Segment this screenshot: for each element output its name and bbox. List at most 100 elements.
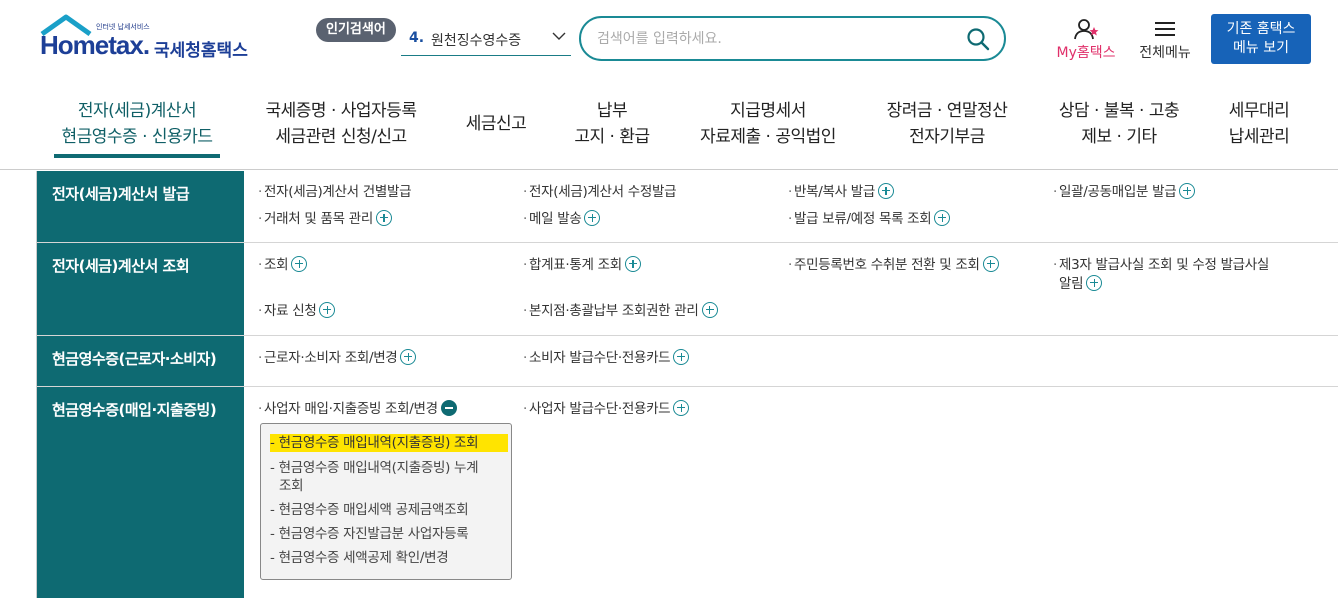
menu-link-label: 전자(세금)계산서 수정발급: [529, 184, 677, 200]
submenu-item[interactable]: - 현금영수증 자진발급분 사업자등록: [270, 525, 508, 543]
gnb-item-incentive[interactable]: 장려금 · 연말정산 전자기부금: [872, 98, 1022, 150]
menu-link-label: 주민등록번호 수취분 전환 및 조회: [794, 257, 980, 273]
expand-plus-icon[interactable]: [584, 210, 601, 226]
menu-section: 전자(세금)계산서 조회 · 조회 · 합계표·통계 조회 · 주민등록번호 수취분 …: [37, 243, 1338, 336]
menu-link[interactable]: · 사업자 발급수단·전용카드: [523, 400, 690, 419]
menu-link[interactable]: · 조회: [258, 256, 308, 275]
submenu-item[interactable]: - 현금영수증 세액공제 확인/변경: [270, 549, 508, 567]
menu-link[interactable]: · 발급 보류/예정 목록 조회: [788, 210, 951, 229]
expand-plus-icon[interactable]: [1086, 275, 1103, 291]
old-hometax-line2: 메뉴 보기: [1233, 40, 1289, 56]
submenu-item-label: 현금영수증 매입내역(지출증빙) 누계: [278, 460, 479, 476]
menu-link-label: 일괄/공동매입분 발급: [1059, 184, 1177, 200]
menu-link[interactable]: · 제3자 발급사실 조회 및 수정 발급사실 알림: [1053, 256, 1303, 294]
menu-link-label: 제3자 발급사실 조회 및 수정 발급사실: [1059, 257, 1270, 273]
gnb-item-line1: 세무대리: [1228, 101, 1290, 121]
menu-link[interactable]: · 본지점·총괄납부 조회권한 관리: [523, 302, 718, 321]
menu-link[interactable]: · 근로자·소비자 조회/변경: [258, 349, 417, 368]
gnb-item-line1: 지급명세서: [730, 101, 806, 121]
all-menu-button[interactable]: 전체메뉴: [1134, 18, 1196, 62]
submenu-item-label-cont: 조회: [279, 478, 304, 494]
gnb-item-line2: 제보 · 기타: [1081, 127, 1157, 147]
expand-plus-icon[interactable]: [1179, 183, 1196, 199]
gnb-item-certificate[interactable]: 국세증명 · 사업자등록 세금관련 신청/신고: [258, 98, 424, 150]
my-hometax-label: My홈택스: [1056, 45, 1116, 61]
global-navigation: 전자(세금)계산서 현금영수증 · 신용카드 국세증명 · 사업자등록 세금관련…: [0, 84, 1338, 170]
expand-plus-icon[interactable]: [877, 183, 894, 199]
expand-plus-icon[interactable]: [375, 210, 392, 226]
header: 인터넷 납세서비스 Hometax. 국세청홈택스 인기검색어 4. 원천징수영…: [0, 0, 1338, 84]
gnb-item-line2: 납세관리: [1228, 127, 1290, 147]
gnb-item-consult[interactable]: 상담 · 불복 · 고충 제보 · 기타: [1048, 98, 1190, 150]
menu-link[interactable]: · 사업자 매입·지출증빙 조회/변경: [258, 400, 457, 419]
menu-link-label: 사업자 발급수단·전용카드: [529, 401, 671, 417]
menu-link[interactable]: · 전자(세금)계산서 수정발급: [523, 183, 677, 202]
expand-plus-icon[interactable]: [701, 302, 718, 318]
menu-link-label: 자료 신청: [264, 303, 317, 319]
gnb-item-payment[interactable]: 납부 고지 · 환급: [560, 98, 664, 150]
menu-link-label: 근로자·소비자 조회/변경: [264, 350, 398, 366]
expand-plus-icon[interactable]: [291, 256, 308, 272]
gnb-item-line2: 현금영수증 · 신용카드: [61, 127, 213, 147]
gnb-active-underline: [54, 154, 220, 158]
search-input[interactable]: [597, 28, 957, 50]
section-heading: 전자(세금)계산서 발급: [37, 171, 244, 242]
submenu-item[interactable]: - 현금영수증 매입세액 공제금액조회: [270, 501, 508, 519]
my-hometax-button[interactable]: My홈택스: [1050, 18, 1122, 62]
gnb-item-line1: 납부: [596, 101, 628, 121]
menu-link[interactable]: · 메일 발송: [523, 210, 601, 229]
menu-link-label: 사업자 매입·지출증빙 조회/변경: [264, 401, 438, 417]
old-hometax-button[interactable]: 기존 홈택스 메뉴 보기: [1211, 14, 1311, 64]
menu-link[interactable]: · 주민등록번호 수취분 전환 및 조회: [788, 256, 999, 275]
all-menu-label: 전체메뉴: [1139, 45, 1191, 61]
menu-link[interactable]: · 합계표·통계 조회: [523, 256, 641, 275]
popular-search-badge: 인기검색어: [316, 18, 396, 42]
menu-link-label: 반복/복사 발급: [794, 184, 875, 200]
submenu-item[interactable]: - 현금영수증 매입내역(지출증빙) 누계 조회: [270, 459, 508, 495]
menu-link[interactable]: · 거래처 및 품목 관리: [258, 210, 392, 229]
gnb-item-tax-return[interactable]: 세금신고: [452, 111, 540, 137]
expand-plus-icon[interactable]: [934, 210, 951, 226]
menu-section: 현금영수증(매입·지출증빙) · 사업자 매입·지출증빙 조회/변경 · 사업자 발…: [37, 387, 1338, 598]
gnb-item-line2: 고지 · 환급: [574, 127, 650, 147]
submenu-item-label: 현금영수증 자진발급분 사업자등록: [278, 526, 469, 542]
menu-link-label: 합계표·통계 조회: [529, 257, 622, 273]
menu-link[interactable]: · 자료 신청: [258, 302, 336, 321]
section-heading: 전자(세금)계산서 조회: [37, 243, 244, 335]
expand-plus-icon[interactable]: [400, 349, 417, 365]
menu-link[interactable]: · 소비자 발급수단·전용카드: [523, 349, 690, 368]
submenu-item-label: 현금영수증 매입내역(지출증빙) 조회: [278, 435, 479, 451]
hometax-logo[interactable]: 인터넷 납세서비스 Hometax. 국세청홈택스: [38, 14, 258, 66]
gnb-item-line2: 세금관련 신청/신고: [275, 127, 407, 147]
expand-plus-icon[interactable]: [673, 400, 690, 416]
section-heading: 현금영수증(근로자·소비자): [37, 336, 244, 386]
gnb-item-line1: 전자(세금)계산서: [77, 101, 197, 121]
chevron-down-icon: [552, 32, 566, 40]
gnb-item-e-invoice[interactable]: 전자(세금)계산서 현금영수증 · 신용카드: [54, 98, 220, 150]
expand-plus-icon[interactable]: [624, 256, 641, 272]
expand-plus-icon[interactable]: [673, 349, 690, 365]
logo-wordmark: Hometax.: [40, 30, 150, 60]
menu-link[interactable]: · 일괄/공동매입분 발급: [1053, 183, 1196, 202]
gnb-item-agent[interactable]: 세무대리 납세관리: [1216, 98, 1302, 150]
gnb-item-statement[interactable]: 지급명세서 자료제출 · 공익법인: [690, 98, 846, 150]
expand-plus-icon[interactable]: [982, 256, 999, 272]
search-icon[interactable]: [966, 27, 990, 51]
menu-link-label: 조회: [264, 257, 289, 273]
collapse-minus-icon[interactable]: [440, 400, 457, 416]
logo-name: 국세청홈택스: [154, 41, 248, 61]
gnb-item-line1: 상담 · 불복 · 고충: [1058, 101, 1180, 121]
submenu-item-selected[interactable]: - 현금영수증 매입내역(지출증빙) 조회: [270, 434, 508, 452]
menu-link-label: 발급 보류/예정 목록 조회: [794, 211, 932, 227]
search-box: [579, 16, 1006, 61]
expand-plus-icon[interactable]: [319, 302, 336, 318]
popular-search-select[interactable]: 4. 원천징수영수증: [401, 24, 571, 56]
menu-link[interactable]: · 전자(세금)계산서 건별발급: [258, 183, 412, 202]
menu-link-label-cont: 알림: [1059, 276, 1084, 292]
menu-link[interactable]: · 반복/복사 발급: [788, 183, 894, 202]
popular-term: 원천징수영수증: [431, 33, 522, 49]
submenu-item-label: 현금영수증 세액공제 확인/변경: [278, 550, 449, 566]
hamburger-menu-icon: [1155, 22, 1175, 36]
gnb-item-line1: 장려금 · 연말정산: [886, 101, 1008, 121]
user-icon: [1074, 19, 1099, 40]
